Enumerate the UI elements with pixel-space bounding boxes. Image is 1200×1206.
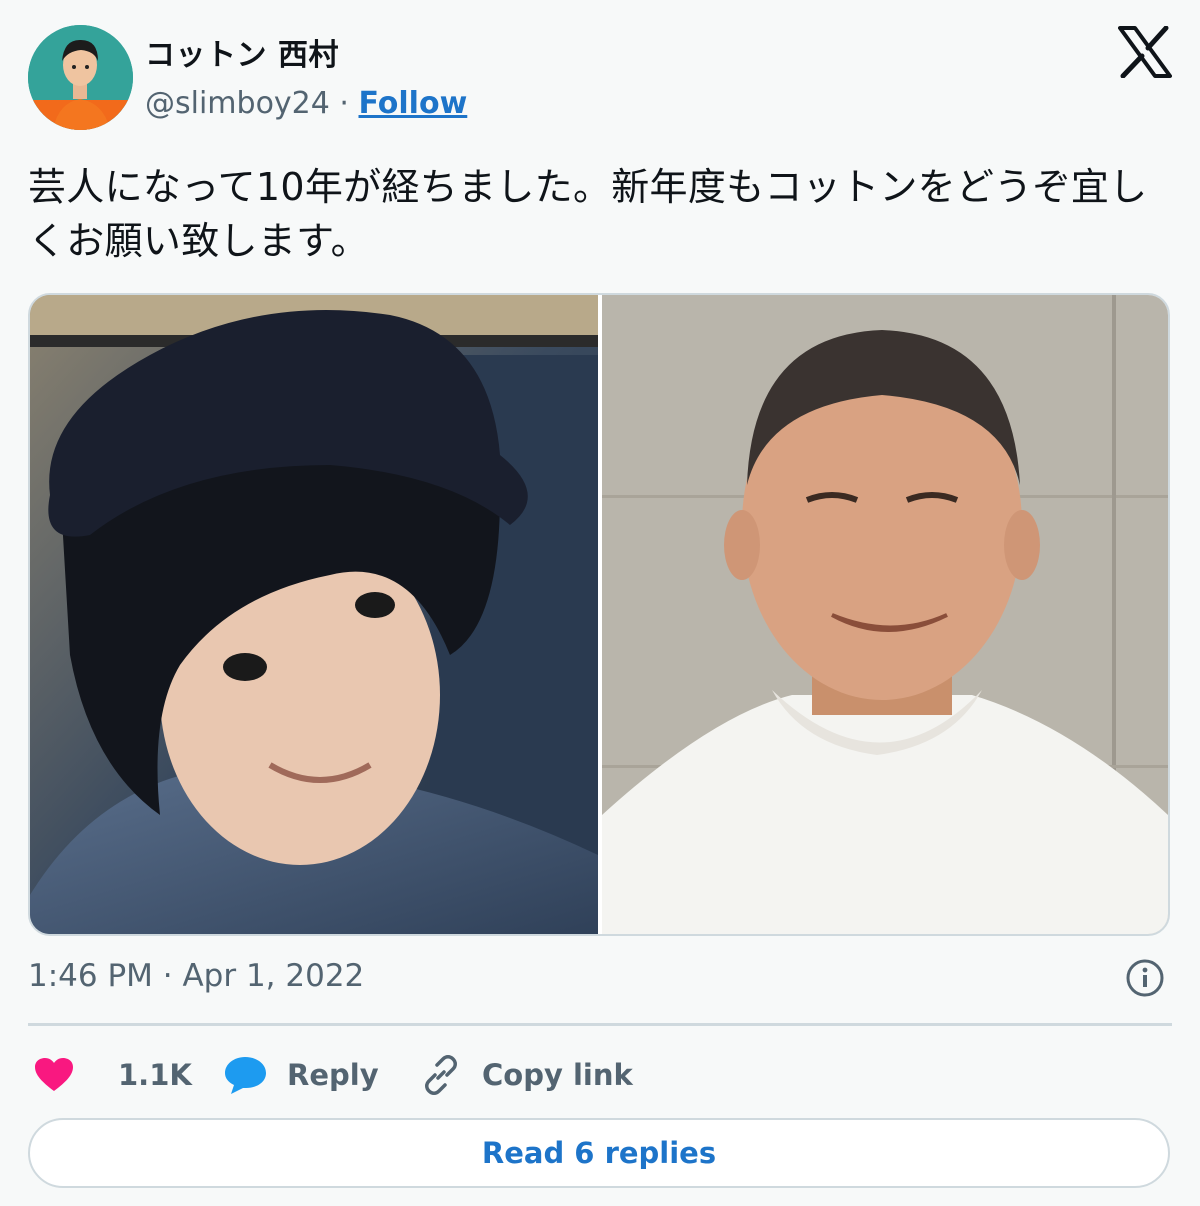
read-replies-label: Read 6 replies — [481, 1136, 717, 1170]
user-handle[interactable]: @slimboy24 — [145, 86, 330, 121]
link-icon — [425, 1055, 457, 1095]
info-icon[interactable] — [1125, 958, 1165, 998]
separator-dot: · — [339, 86, 349, 121]
heart-icon — [35, 1058, 73, 1091]
reply-button[interactable]: Reply — [223, 1048, 379, 1102]
x-logo-icon[interactable] — [1118, 25, 1172, 79]
avatar-image — [28, 25, 133, 130]
like-button[interactable]: 1.1K — [34, 1048, 192, 1102]
photo-left[interactable] — [30, 295, 598, 934]
tweet-text: 芸人になって10年が経ちました。新年度もコットンをどうぞ宜しくお願い致します。 — [28, 165, 1148, 263]
follow-link[interactable]: Follow — [359, 86, 468, 121]
copy-link-label: Copy link — [482, 1058, 633, 1092]
read-replies-button[interactable]: Read 6 replies — [28, 1118, 1170, 1188]
tweet-timestamp[interactable]: 1:46 PM · Apr 1, 2022 — [28, 958, 364, 994]
display-name[interactable]: コットン 西村 — [145, 30, 339, 74]
copy-link-button[interactable]: Copy link — [418, 1048, 633, 1102]
divider — [28, 1023, 1172, 1026]
photo-right-image — [602, 295, 1168, 934]
like-count: 1.1K — [118, 1058, 192, 1092]
tweet-card: コットン 西村 @slimboy24 · Follow 芸人になって10年が経ち… — [0, 0, 1200, 1206]
reply-label: Reply — [287, 1058, 379, 1092]
avatar[interactable] — [28, 25, 133, 130]
photo-left-image — [30, 295, 598, 934]
handle-row: @slimboy24 · Follow — [145, 86, 467, 121]
speech-bubble-icon — [225, 1057, 266, 1094]
photo-right[interactable] — [602, 295, 1168, 934]
media-grid — [28, 293, 1170, 936]
